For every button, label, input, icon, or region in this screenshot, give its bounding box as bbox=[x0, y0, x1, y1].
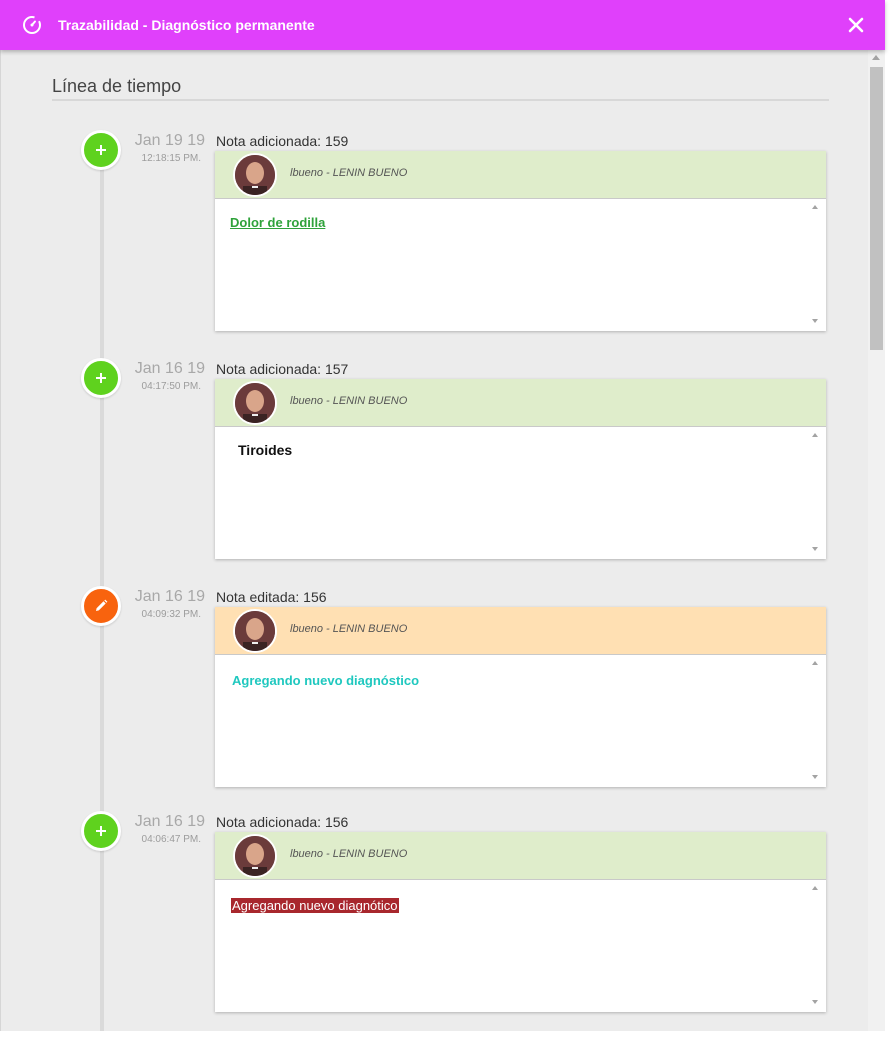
timeline-entry: Jan 16 19 04:06:47 PM. Nota adicionada: … bbox=[1, 811, 869, 1013]
add-badge bbox=[81, 358, 121, 398]
note-scrollbar[interactable] bbox=[808, 655, 825, 785]
note-author: lbueno - LENIN BUENO bbox=[290, 395, 408, 407]
note-text: Agregando nuevo diagnóstico bbox=[232, 673, 420, 688]
title-bar: Trazabilidad - Diagnóstico permanente bbox=[0, 0, 885, 50]
entry-time: 12:18:15 PM. bbox=[141, 153, 201, 164]
entry-title: Nota adicionada: 157 bbox=[216, 361, 349, 377]
gauge-icon bbox=[23, 16, 41, 34]
edit-badge bbox=[81, 586, 121, 626]
note-card-header: lbueno - LENIN BUENO bbox=[215, 151, 826, 199]
note-card: lbueno - LENIN BUENO Dolor de rodilla bbox=[215, 151, 826, 331]
note-card: lbueno - LENIN BUENO Tiroides bbox=[215, 379, 826, 559]
note-author: lbueno - LENIN BUENO bbox=[290, 848, 408, 860]
timeline-entry: Jan 19 19 12:18:15 PM. Nota adicionada: … bbox=[1, 130, 869, 332]
plus-icon bbox=[96, 826, 106, 836]
note-text: Tiroides bbox=[238, 442, 293, 458]
note-text: Dolor de rodilla bbox=[230, 215, 326, 230]
entry-title: Nota editada: 156 bbox=[216, 589, 327, 605]
plus-icon bbox=[96, 373, 106, 383]
note-author: lbueno - LENIN BUENO bbox=[290, 167, 408, 179]
note-content: Dolor de rodilla bbox=[215, 199, 808, 329]
window-title: Trazabilidad - Diagnóstico permanente bbox=[58, 17, 315, 33]
add-badge bbox=[81, 130, 121, 170]
pencil-icon bbox=[96, 599, 108, 611]
timeline-entry: Jan 16 19 04:09:32 PM. Nota editada: 156… bbox=[1, 586, 869, 788]
entry-time: 04:06:47 PM. bbox=[141, 834, 201, 845]
section-title: Línea de tiempo bbox=[52, 76, 182, 96]
avatar bbox=[233, 381, 277, 425]
plus-icon bbox=[96, 145, 106, 155]
note-card-header: lbueno - LENIN BUENO bbox=[215, 832, 826, 880]
scroll-up-icon[interactable] bbox=[872, 55, 880, 60]
avatar bbox=[233, 609, 277, 653]
avatar bbox=[233, 153, 277, 197]
avatar bbox=[233, 834, 277, 878]
note-scrollbar[interactable] bbox=[808, 880, 825, 1010]
note-scrollbar[interactable] bbox=[808, 199, 825, 329]
entry-title: Nota adicionada: 159 bbox=[216, 133, 349, 149]
note-scrollbar[interactable] bbox=[808, 427, 825, 557]
entry-time: 04:17:50 PM. bbox=[141, 381, 201, 392]
entry-date: Jan 16 19 bbox=[134, 360, 205, 377]
divider bbox=[52, 99, 829, 101]
panel-scrollbar[interactable] bbox=[868, 50, 885, 1031]
note-content: Agregando nuevo diagnóstico bbox=[215, 655, 808, 785]
note-card-header: lbueno - LENIN BUENO bbox=[215, 379, 826, 427]
note-content: Agregando nuevo diagnótico bbox=[215, 880, 808, 1010]
timeline-entry: Jan 16 19 04:17:50 PM. Nota adicionada: … bbox=[1, 358, 869, 560]
note-card-header: lbueno - LENIN BUENO bbox=[215, 607, 826, 655]
note-content: Tiroides bbox=[215, 427, 808, 557]
close-icon[interactable] bbox=[845, 14, 867, 36]
entry-time: 04:09:32 PM. bbox=[141, 609, 201, 620]
note-author: lbueno - LENIN BUENO bbox=[290, 623, 408, 635]
scroll-thumb[interactable] bbox=[870, 67, 883, 350]
entry-date: Jan 19 19 bbox=[134, 132, 205, 149]
entry-date: Jan 16 19 bbox=[134, 813, 205, 830]
note-card: lbueno - LENIN BUENO Agregando nuevo diagn… bbox=[215, 832, 826, 1012]
add-badge bbox=[81, 811, 121, 851]
note-card: lbueno - LENIN BUENO Agregando nuevo diagn… bbox=[215, 607, 826, 787]
note-text: Agregando nuevo diagnótico bbox=[231, 898, 399, 913]
entry-date: Jan 16 19 bbox=[134, 588, 205, 605]
timeline-panel: Línea de tiempo Jan 19 19 12:18:15 PM. N… bbox=[0, 50, 869, 1031]
entry-title: Nota adicionada: 156 bbox=[216, 814, 349, 830]
